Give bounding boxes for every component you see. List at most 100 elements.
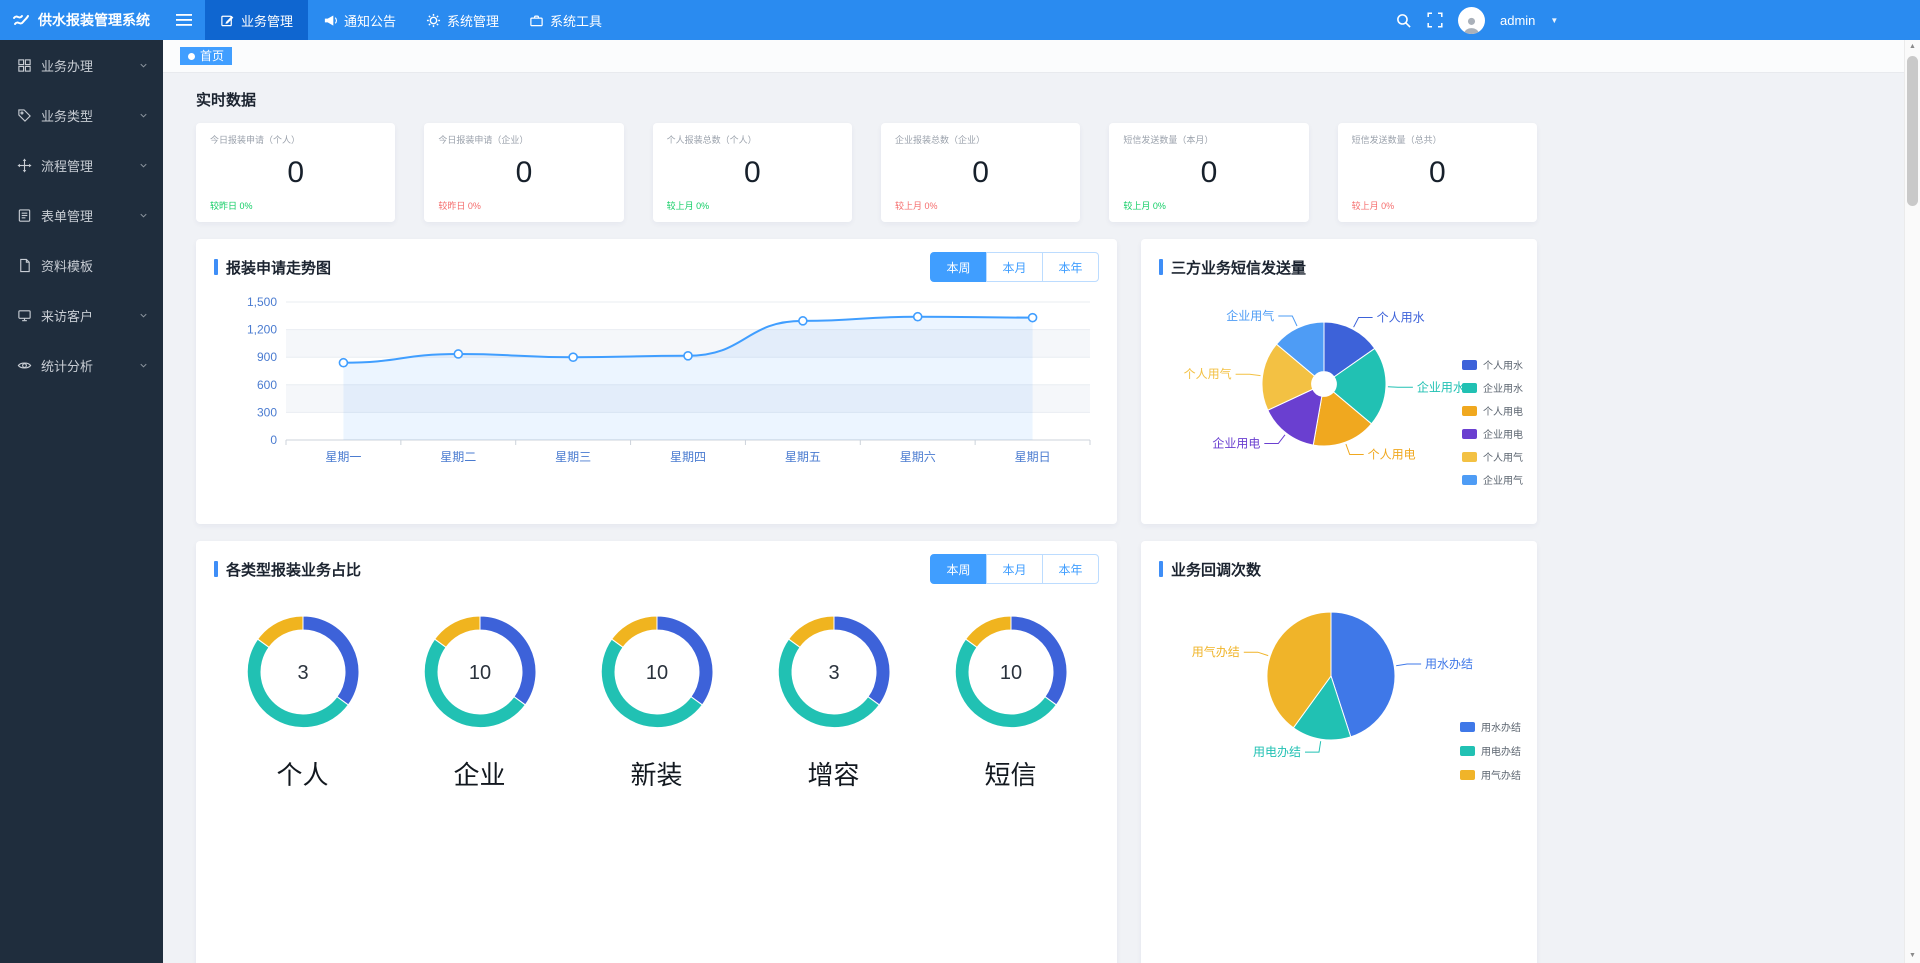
trend-tab-week[interactable]: 本周	[930, 252, 987, 282]
callback-chart: 用水办结用电办结用气办结	[1159, 584, 1519, 834]
svg-text:个人用水: 个人用水	[1377, 310, 1425, 324]
stat-card-label: 企业报装总数（企业）	[895, 133, 1066, 146]
fullscreen-icon[interactable]	[1427, 12, 1443, 28]
ratio-range-switch: 本周 本月 本年	[930, 554, 1099, 584]
stat-card-value: 0	[210, 156, 381, 190]
stat-card-sms-total: 短信发送数量（总共） 0 较上月 0%	[1338, 123, 1537, 222]
ratio-donut-label: 短信	[951, 755, 1071, 792]
legend-label: 用气办结	[1481, 767, 1521, 782]
sidebar-item-form-management[interactable]: 表单管理	[0, 190, 163, 240]
trend-chart: 03006009001,2001,500星期一星期二星期三星期四星期五星期六星期…	[214, 290, 1099, 490]
ratio-donuts: 3 个人 10 企业 10 新装 3 增容	[214, 612, 1099, 792]
legend-label: 用水办结	[1481, 719, 1521, 734]
tag-active-dot	[188, 53, 195, 60]
stat-card-today-enterprise: 今日报装申请（企业） 0 较昨日 0%	[424, 123, 623, 222]
app-title: 供水报装管理系统	[38, 10, 150, 30]
legend-swatch	[1460, 722, 1475, 732]
svg-text:星期四: 星期四	[670, 450, 706, 464]
username[interactable]: admin	[1500, 13, 1535, 28]
nav-item-label: 业务管理	[241, 11, 293, 30]
tab-home[interactable]: 首页	[180, 47, 232, 65]
legend-label: 个人用电	[1483, 403, 1523, 418]
legend-label: 个人用气	[1483, 449, 1523, 464]
sidebar-item-statistics-analysis[interactable]: 统计分析	[0, 340, 163, 390]
svg-text:星期六: 星期六	[900, 450, 936, 464]
scroll-down-arrow[interactable]: ▼	[1905, 949, 1920, 963]
move-icon	[17, 158, 32, 173]
sidebar-item-business-handling[interactable]: 业务办理	[0, 40, 163, 90]
main-content: 首页 实时数据 今日报装申请（个人） 0 较昨日 0% 今日报装申请（企业） 0…	[163, 40, 1905, 963]
topbar: 供水报装管理系统 业务管理 通知公告	[0, 0, 1920, 40]
ratio-tab-year[interactable]: 本年	[1042, 554, 1099, 584]
svg-text:星期五: 星期五	[785, 450, 821, 464]
callback-legend: 用水办结 用电办结 用气办结	[1460, 719, 1521, 782]
hamburger-icon	[176, 13, 192, 27]
caret-down-icon[interactable]: ▼	[1550, 16, 1558, 25]
sidebar-item-visiting-customers[interactable]: 来访客户	[0, 290, 163, 340]
legend-item[interactable]: 用气办结	[1460, 767, 1521, 782]
legend-item[interactable]: 企业用水	[1462, 380, 1523, 395]
legend-item[interactable]: 企业用电	[1462, 426, 1523, 441]
sidebar-item-business-type[interactable]: 业务类型	[0, 90, 163, 140]
top-navigation: 业务管理 通知公告 系统管理 系统工具	[205, 0, 617, 40]
legend-swatch	[1462, 383, 1477, 393]
app-logo[interactable]: 供水报装管理系统	[0, 0, 163, 40]
legend-swatch	[1462, 429, 1477, 439]
stat-card-delta: 较上月 0%	[895, 199, 1066, 212]
ratio-tab-week[interactable]: 本周	[930, 554, 987, 584]
nav-item-label: 系统工具	[550, 11, 602, 30]
ratio-tab-month[interactable]: 本月	[986, 554, 1043, 584]
avatar[interactable]	[1458, 7, 1485, 34]
search-icon[interactable]	[1395, 12, 1412, 29]
nav-item-system-management[interactable]: 系统管理	[411, 0, 514, 40]
nav-item-system-tools[interactable]: 系统工具	[514, 0, 617, 40]
trend-tab-month[interactable]: 本月	[986, 252, 1043, 282]
chevron-down-icon	[138, 310, 149, 321]
svg-text:1,500: 1,500	[247, 295, 277, 309]
nav-item-business-management[interactable]: 业务管理	[205, 0, 308, 40]
legend-item[interactable]: 用水办结	[1460, 719, 1521, 734]
nav-item-label: 系统管理	[447, 11, 499, 30]
legend-item[interactable]: 个人用电	[1462, 403, 1523, 418]
svg-text:3: 3	[828, 662, 839, 684]
announcement-icon	[323, 13, 338, 28]
svg-text:星期二: 星期二	[440, 450, 476, 464]
topbar-actions: admin ▼	[1395, 0, 1558, 40]
nav-item-notices[interactable]: 通知公告	[308, 0, 411, 40]
legend-swatch	[1462, 475, 1477, 485]
scroll-up-arrow[interactable]: ▲	[1905, 40, 1920, 54]
legend-label: 企业用电	[1483, 426, 1523, 441]
legend-swatch	[1460, 770, 1475, 780]
vertical-scrollbar[interactable]: ▲ ▼	[1904, 40, 1920, 963]
ratio-donut-chart: 10	[597, 612, 717, 732]
scrollbar-thumb[interactable]	[1907, 56, 1918, 206]
document-icon	[17, 258, 32, 273]
legend-item[interactable]: 个人用水	[1462, 357, 1523, 372]
trend-tab-year[interactable]: 本年	[1042, 252, 1099, 282]
ratio-donut-label: 企业	[420, 755, 540, 792]
stat-card-label: 短信发送数量（本月）	[1123, 133, 1294, 146]
sidebar-item-process-management[interactable]: 流程管理	[0, 140, 163, 190]
dashboard: 实时数据 今日报装申请（个人） 0 较昨日 0% 今日报装申请（企业） 0 较昨…	[163, 73, 1537, 963]
sidebar-toggle-button[interactable]	[163, 0, 205, 40]
stat-card-delta: 较上月 0%	[1352, 199, 1523, 212]
stat-card-label: 个人报装总数（个人）	[667, 133, 838, 146]
sidebar-item-label: 来访客户	[41, 306, 93, 325]
stat-card-delta: 较昨日 0%	[438, 199, 609, 212]
ratio-donut-sms: 10 短信	[951, 612, 1071, 792]
svg-text:1,200: 1,200	[247, 323, 277, 337]
legend-label: 个人用水	[1483, 357, 1523, 372]
svg-text:10: 10	[468, 662, 490, 684]
panel-accent-bar	[214, 561, 218, 577]
sidebar-item-material-template[interactable]: 资料模板	[0, 240, 163, 290]
panel-accent-bar	[214, 259, 218, 275]
legend-item[interactable]: 个人用气	[1462, 449, 1523, 464]
svg-text:10: 10	[999, 662, 1021, 684]
edit-square-icon	[220, 13, 235, 28]
legend-item[interactable]: 用电办结	[1460, 743, 1521, 758]
legend-item[interactable]: 企业用气	[1462, 472, 1523, 487]
sidebar-item-label: 流程管理	[41, 156, 93, 175]
legend-swatch	[1462, 360, 1477, 370]
ratio-panel-title: 各类型报装业务占比	[226, 559, 361, 580]
legend-label: 企业用水	[1483, 380, 1523, 395]
